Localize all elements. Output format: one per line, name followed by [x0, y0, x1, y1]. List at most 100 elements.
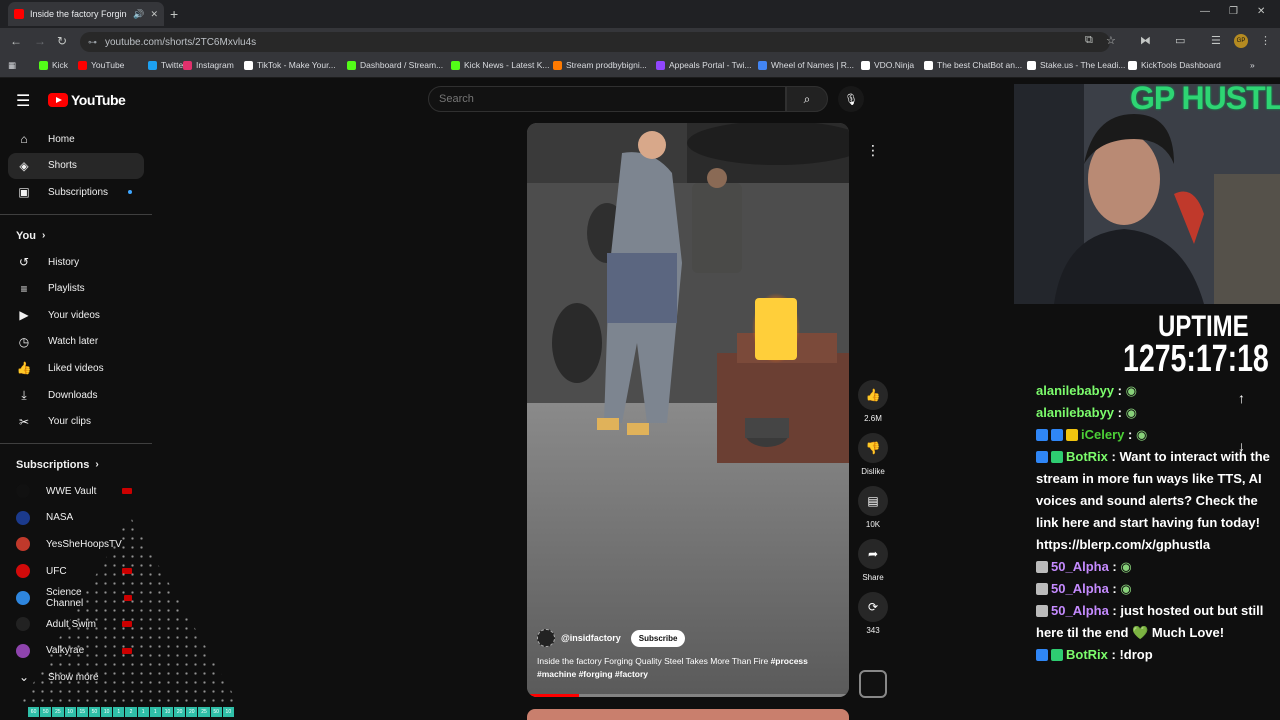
youtube-logo[interactable]: YouTube	[48, 92, 126, 108]
goal-strip-cell: 10	[222, 707, 234, 717]
sidebar-item-liked-videos[interactable]: 👍 Liked videos	[8, 355, 144, 382]
new-tab-icon[interactable]: +	[170, 6, 178, 22]
install-app-icon[interactable]: ⧉	[1085, 34, 1093, 47]
you-heading[interactable]: You ›	[0, 223, 152, 249]
apps-grid-icon[interactable]: ▦	[8, 60, 16, 71]
like-count: 2.6M	[864, 414, 882, 423]
sidebar-item-shorts[interactable]: ◈ Shorts	[8, 152, 144, 180]
chat-badge-icon	[1036, 429, 1048, 441]
subscribe-button[interactable]: Subscribe	[630, 629, 686, 647]
bookmark-item[interactable]: Wheel of Names | R...	[758, 60, 854, 70]
sound-thumbnail[interactable]	[859, 670, 887, 698]
bookmark-item[interactable]: The best ChatBot an...	[924, 60, 1022, 70]
chat-username[interactable]: alanilebabyy	[1036, 405, 1114, 420]
subscription-label: UFC	[46, 565, 67, 577]
subscription-item[interactable]: Adult Swim	[8, 611, 144, 638]
subscription-item[interactable]: Science Channel	[8, 584, 144, 611]
sidebar-item-subscriptions[interactable]: ▣ Subscriptions	[8, 179, 144, 206]
bookmark-item[interactable]: Twitter	[148, 60, 186, 70]
subscription-item[interactable]: Valkyrae	[8, 638, 144, 665]
short-progress-bar[interactable]	[527, 694, 849, 697]
back-icon[interactable]: ←	[10, 34, 22, 48]
bookmark-item[interactable]: KickTools Dashboard	[1128, 60, 1221, 70]
close-window-icon[interactable]: ✕	[1257, 6, 1265, 17]
bookmark-label: Dashboard / Stream...	[360, 60, 444, 70]
subscriptions-heading-label: Subscriptions	[16, 458, 90, 471]
comment-count: 10K	[865, 520, 881, 529]
bookmark-label: Wheel of Names | R...	[771, 60, 854, 70]
short-title[interactable]: Inside the factory Forging Quality Steel…	[537, 655, 837, 681]
bookmark-item[interactable]: Instagram	[183, 60, 234, 70]
sidebar-item-watch-later[interactable]: ◷ Watch later	[8, 329, 144, 356]
chat-username[interactable]: alanilebabyy	[1036, 383, 1114, 398]
sidebar: ⌂ Home ◈ Shorts ▣ Subscriptions You › ↺ Histor…	[0, 126, 152, 691]
search-button[interactable]: ⌕	[786, 86, 828, 112]
bookmark-star-icon[interactable]: ☆	[1106, 34, 1116, 47]
chat-username[interactable]: 50_Alpha	[1051, 559, 1109, 574]
bookmark-item[interactable]: VDO.Ninja	[861, 60, 914, 70]
voice-search-button[interactable]: 🎙	[838, 86, 864, 112]
profile-avatar[interactable]: GP	[1234, 34, 1248, 48]
bookmark-item[interactable]: Stake.us - The Leadi...	[1027, 60, 1125, 70]
subscriptions-heading[interactable]: Subscriptions ›	[0, 452, 152, 478]
next-short-preview[interactable]	[527, 709, 849, 720]
liked-videos-icon: 👍	[16, 361, 32, 376]
comments-button[interactable]: ▤	[858, 486, 888, 516]
address-bar[interactable]: ⊶ youtube.com/shorts/2TC6Mxvlu4s	[80, 32, 1110, 52]
extensions-icon[interactable]: ⧓	[1140, 34, 1151, 47]
like-button[interactable]: 👍	[858, 380, 888, 410]
subscription-item[interactable]: UFC	[8, 558, 144, 585]
sidebar-item-playlists[interactable]: ≡ Playlists	[8, 275, 144, 302]
tab-close-icon[interactable]: ✕	[150, 9, 158, 20]
bookmark-item[interactable]: Kick	[39, 60, 68, 70]
site-info-icon[interactable]: ⊶	[88, 37, 97, 48]
you-heading-label: You	[16, 229, 36, 242]
shorts-player[interactable]: @insidfactory Subscribe Inside the facto…	[527, 123, 849, 697]
sidebar-item-your-videos[interactable]: ▶ Your videos	[8, 302, 144, 329]
subscription-item[interactable]: YesSheHoopsTV	[8, 531, 144, 558]
bookmark-item[interactable]: Appeals Portal - Twi...	[656, 60, 752, 70]
show-more-button[interactable]: ⌄ Show more	[8, 664, 144, 691]
dislike-button[interactable]: 👎	[858, 433, 888, 463]
chat-badge-icon	[1066, 429, 1078, 441]
forward-icon[interactable]: →	[34, 34, 46, 48]
sidebar-item-home[interactable]: ⌂ Home	[8, 126, 144, 153]
channel-avatar[interactable]	[537, 629, 555, 647]
browser-menu-icon[interactable]: ⋮	[1260, 34, 1271, 47]
tab-audio-icon[interactable]: 🔊	[133, 9, 144, 20]
bookmarks-overflow-icon[interactable]: »	[1250, 60, 1255, 70]
remix-button[interactable]: ⟳	[858, 592, 888, 622]
chat-username[interactable]: iCelery	[1081, 427, 1124, 442]
bookmark-item[interactable]: Dashboard / Stream...	[347, 60, 443, 70]
search-box[interactable]	[428, 86, 786, 112]
chat-username[interactable]: 50_Alpha	[1051, 603, 1109, 618]
restore-icon[interactable]: ❐	[1229, 6, 1238, 17]
minimize-icon[interactable]: —	[1200, 6, 1210, 17]
chat-username[interactable]: 50_Alpha	[1051, 581, 1109, 596]
reload-icon[interactable]: ↻	[57, 34, 67, 48]
sidebar-item-downloads[interactable]: ⤓ Downloads	[8, 382, 144, 409]
sidebar-item-your-clips[interactable]: ✂ Your clips	[8, 408, 144, 435]
guide-menu-icon[interactable]: ☰	[16, 91, 30, 111]
bookmark-label: Appeals Portal - Twi...	[669, 60, 752, 70]
short-more-options-icon[interactable]: ⋮	[862, 139, 884, 161]
bookmark-favicon-icon	[758, 60, 767, 70]
subscription-item[interactable]: WWE Vault	[8, 478, 144, 505]
bookmark-item[interactable]: TikTok - Make Your...	[244, 60, 336, 70]
bookmark-item[interactable]: Stream prodbybigni...	[553, 60, 647, 70]
browser-tab[interactable]: Inside the factory Forging Q 🔊 ✕	[8, 2, 164, 26]
search-input[interactable]	[439, 93, 785, 105]
share-button[interactable]: ➦	[858, 539, 888, 569]
remix-count: 343	[866, 626, 880, 635]
channel-name[interactable]: @insidfactory	[561, 633, 621, 643]
chat-username[interactable]: BotRix	[1066, 647, 1108, 662]
chat-username[interactable]: BotRix	[1066, 449, 1108, 464]
subscription-item[interactable]: NASA	[8, 505, 144, 532]
reading-list-icon[interactable]: ☰	[1211, 34, 1221, 47]
media-control-icon[interactable]: ▭	[1175, 34, 1185, 47]
bookmark-label: KickTools Dashboard	[1141, 60, 1221, 70]
remix-icon: ⟳	[867, 600, 879, 614]
sidebar-item-history[interactable]: ↺ History	[8, 249, 144, 276]
bookmark-item[interactable]: YouTube	[78, 60, 124, 70]
bookmark-item[interactable]: Kick News - Latest K...	[451, 60, 550, 70]
